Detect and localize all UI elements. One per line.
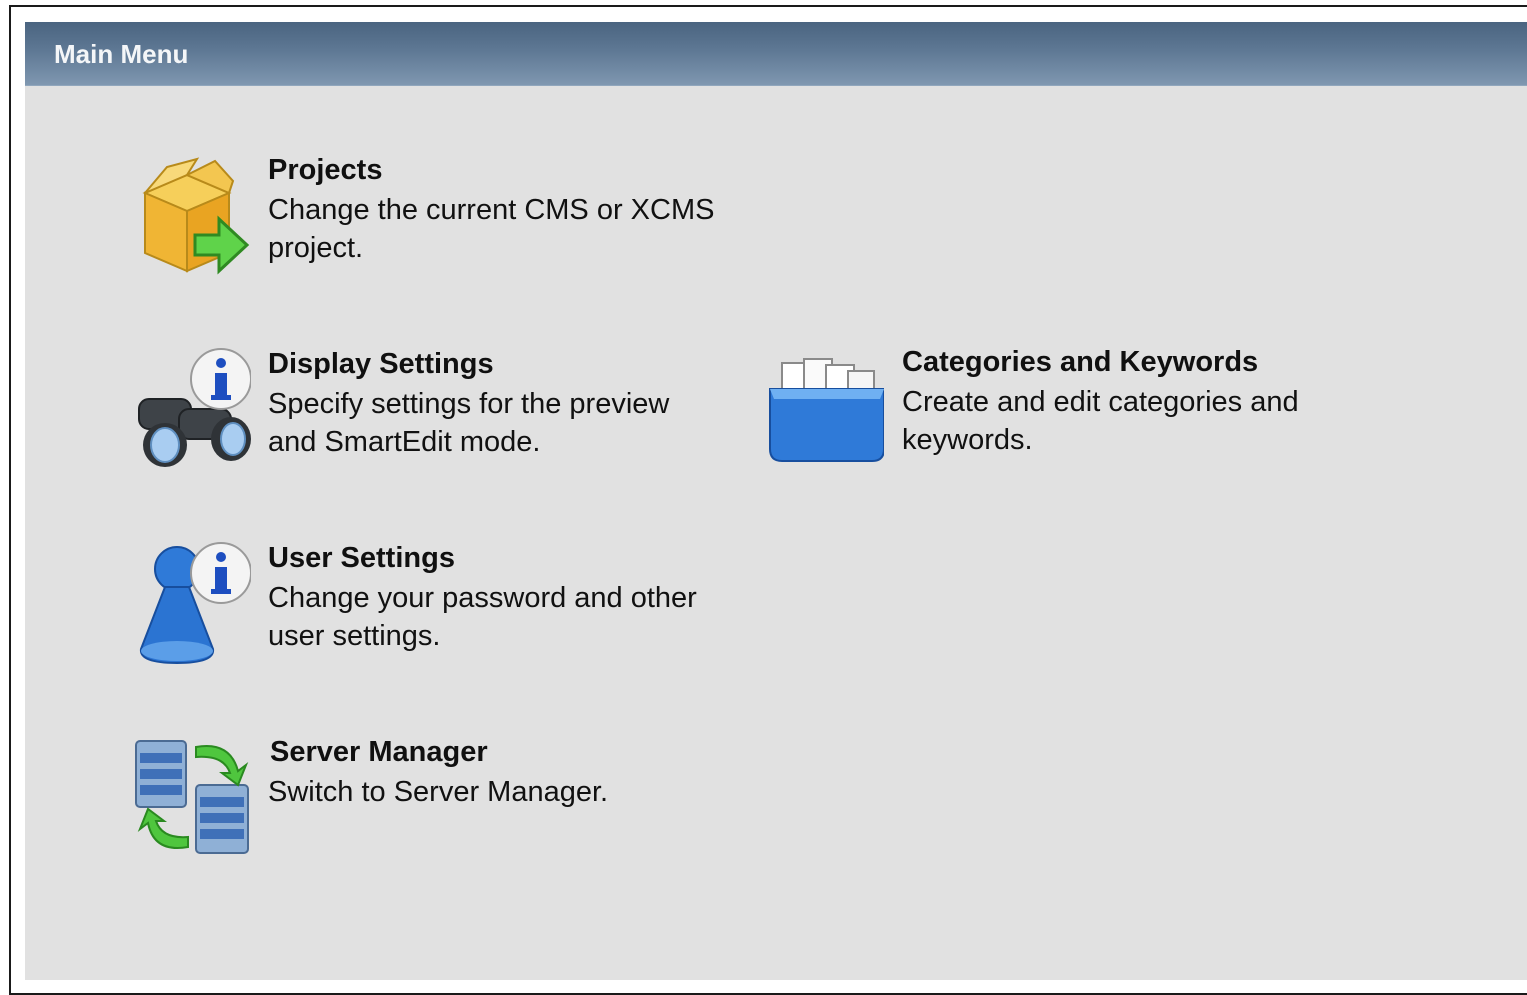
server-manager-desc-line1: Switch to Server Manager. [268,776,609,808]
folder-tray-icon [769,358,884,462]
servers-sync-icon [135,740,249,854]
user-info-icon [139,542,251,665]
categories-keywords-title: Categories and Keywords [902,346,1259,378]
panel-header: Main Menu [25,22,1527,86]
box-arrow-icon [142,157,250,275]
binoculars-info-icon [138,348,251,467]
menu-item-display-settings[interactable]: Display Settings Specify settings for th… [135,347,755,477]
projects-title: Projects [268,154,383,186]
display-settings-desc-line2: and SmartEdit mode. [268,426,541,458]
panel-title: Main Menu [54,39,189,69]
categories-keywords-desc-line2: keywords. [902,424,1033,456]
menu-item-categories-keywords[interactable]: Categories and Keywords Create and edit … [768,345,1388,475]
menu-item-user-settings[interactable]: User Settings Change your password and o… [135,541,755,671]
menu-item-projects[interactable]: Projects Change the current CMS or XCMS … [137,153,757,283]
projects-desc-line2: project. [268,232,364,264]
user-settings-title: User Settings [268,542,455,574]
categories-keywords-desc-line1: Create and edit categories and [902,386,1299,418]
user-settings-desc-line2: user settings. [268,620,441,652]
projects-desc-line1: Change the current CMS or XCMS [268,194,715,226]
server-manager-title: Server Manager [270,736,488,768]
user-settings-desc-line1: Change your password and other [268,582,697,614]
display-settings-desc-line1: Specify settings for the preview [268,388,670,420]
display-settings-title: Display Settings [268,348,494,380]
menu-item-server-manager[interactable]: Server Manager Switch to Server Manager. [134,735,754,865]
